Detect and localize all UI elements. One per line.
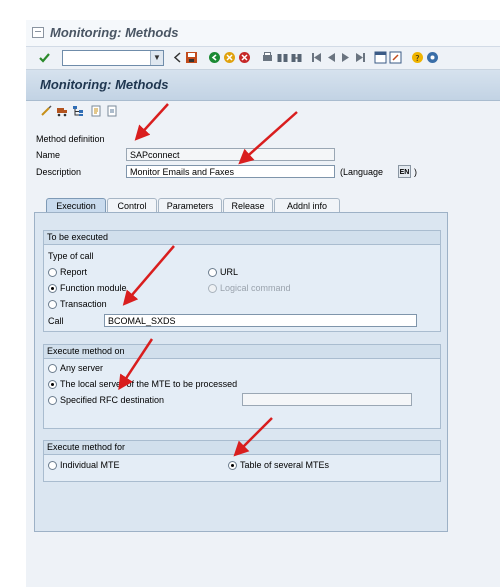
url-label: URL	[220, 267, 239, 277]
transaction-radio[interactable]	[48, 300, 57, 309]
svg-text:?: ?	[415, 54, 419, 63]
tab-control[interactable]: Control	[107, 198, 157, 213]
report-radio[interactable]	[48, 268, 57, 277]
local-server-radio[interactable]	[48, 380, 57, 389]
window-title: Monitoring: Methods	[50, 25, 179, 40]
execute-method-for-header: Execute method for	[44, 441, 440, 455]
application-title-bar: Monitoring: Methods	[26, 70, 500, 101]
back-arrow-icon[interactable]	[171, 51, 184, 64]
method-definition-label: Method definition	[36, 134, 105, 144]
table-of-mtes-label: Table of several MTEs	[240, 460, 330, 470]
logical-command-radio	[208, 284, 217, 293]
individual-mte-label: Individual MTE	[60, 460, 120, 470]
name-label: Name	[36, 150, 61, 160]
call-label: Call	[48, 316, 64, 326]
hierarchy-icon[interactable]	[72, 105, 84, 117]
enter-check-icon[interactable]	[38, 51, 51, 64]
language-label: (Language	[340, 167, 384, 177]
execute-method-for-group: Execute method for Individual MTE Table …	[43, 440, 441, 482]
to-be-executed-group: To be executed Type of call Report Funct…	[43, 230, 441, 332]
window-titlebar: Monitoring: Methods	[26, 20, 500, 47]
local-server-label: The local server of the MTE to be proces…	[60, 379, 238, 389]
function-module-label: Function module	[60, 283, 127, 293]
rfc-destination-label: Specified RFC destination	[60, 395, 165, 405]
next-page-icon[interactable]	[339, 51, 352, 64]
print-icon[interactable]	[261, 51, 274, 64]
any-server-radio[interactable]	[48, 364, 57, 373]
description-label: Description	[36, 167, 82, 177]
tab-addnl-info[interactable]: Addnl info	[274, 198, 340, 213]
shortcut-icon[interactable]	[389, 51, 402, 64]
logical-command-label: Logical command	[220, 283, 291, 293]
url-radio[interactable]	[208, 268, 217, 277]
chevron-down-icon[interactable]: ▼	[150, 51, 163, 65]
transport-icon[interactable]	[56, 105, 68, 117]
last-page-icon[interactable]	[353, 51, 366, 64]
system-toolbar: ▼ ?	[26, 47, 500, 70]
execute-method-on-header: Execute method on	[44, 345, 440, 359]
language-field[interactable]: EN	[398, 165, 411, 178]
previous-page-icon[interactable]	[325, 51, 338, 64]
application-toolbar	[26, 101, 500, 123]
any-server-label: Any server	[60, 363, 104, 373]
save-icon[interactable]	[185, 51, 198, 64]
find-icon[interactable]	[276, 51, 289, 64]
language-close-paren: )	[414, 167, 417, 177]
execute-method-on-group: Execute method on Any server The local s…	[43, 344, 441, 429]
first-page-icon[interactable]	[311, 51, 324, 64]
description-field[interactable]: Monitor Emails and Faxes	[126, 165, 335, 178]
function-module-radio[interactable]	[48, 284, 57, 293]
exit-icon[interactable]	[223, 51, 236, 64]
tab-release[interactable]: Release	[223, 198, 273, 213]
rfc-destination-radio[interactable]	[48, 396, 57, 405]
report-label: Report	[60, 267, 88, 277]
display-change-icon[interactable]	[40, 105, 52, 117]
rfc-destination-field[interactable]	[242, 393, 412, 406]
find-next-icon[interactable]	[290, 51, 303, 64]
page-title: Monitoring: Methods	[40, 77, 169, 92]
help-icon[interactable]: ?	[411, 51, 424, 64]
table-of-mtes-radio[interactable]	[228, 461, 237, 470]
tab-parameters[interactable]: Parameters	[158, 198, 222, 213]
customize-layout-icon[interactable]	[426, 51, 439, 64]
to-be-executed-header: To be executed	[44, 231, 440, 245]
cancel-icon[interactable]	[238, 51, 251, 64]
type-of-call-label: Type of call	[48, 251, 94, 261]
transaction-label: Transaction	[60, 299, 107, 309]
individual-mte-radio[interactable]	[48, 461, 57, 470]
other-document-icon[interactable]	[106, 105, 118, 117]
sap-window: Monitoring: Methods ▼ ? Monitoring: Meth…	[26, 20, 500, 587]
execution-tab-panel: To be executed Type of call Report Funct…	[34, 212, 448, 532]
window-menu-icon[interactable]	[32, 27, 44, 38]
back-icon[interactable]	[208, 51, 221, 64]
document-icon[interactable]	[90, 105, 102, 117]
name-field[interactable]: SAPconnect	[126, 148, 335, 161]
create-session-icon[interactable]	[374, 51, 387, 64]
command-field[interactable]: ▼	[62, 50, 164, 66]
call-field[interactable]: BCOMAL_SXDS	[104, 314, 417, 327]
